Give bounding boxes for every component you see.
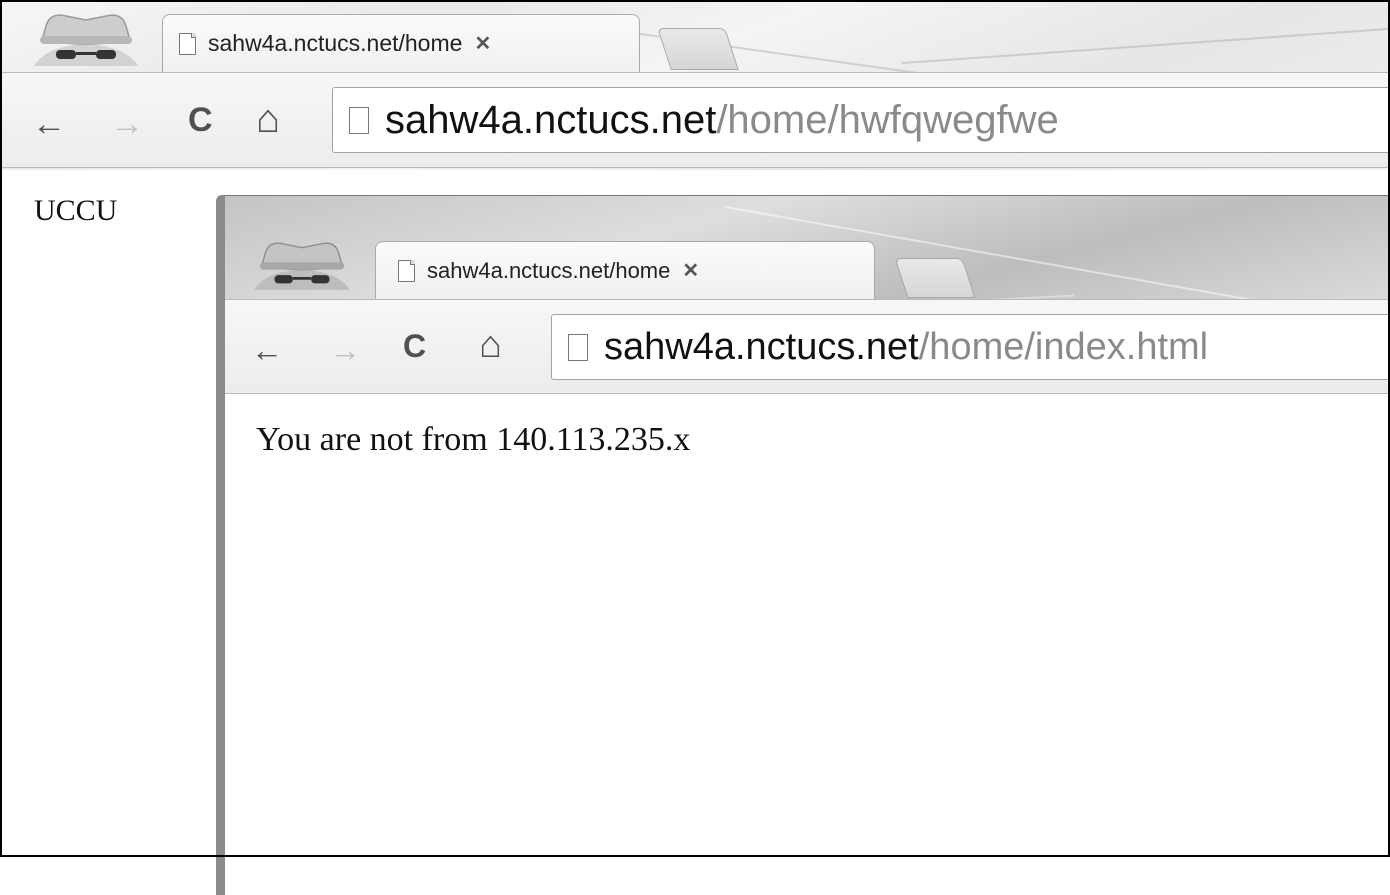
inner-browser-window: sahw4a.nctucs.net/home ✕ ← → C ⌂ sahw4a.…	[216, 195, 1390, 895]
new-tab-button[interactable]	[657, 28, 739, 70]
home-icon[interactable]: ⌂	[256, 99, 280, 139]
page-icon	[568, 333, 588, 361]
home-icon[interactable]: ⌂	[479, 326, 502, 364]
outer-tab-title: sahw4a.nctucs.net/home	[208, 30, 463, 56]
incognito-icon	[34, 14, 138, 66]
outer-url-path: /home/hwfqwegfwe	[716, 97, 1059, 142]
inner-tab[interactable]: sahw4a.nctucs.net/home ✕	[375, 241, 875, 299]
outer-browser-chrome: sahw4a.nctucs.net/home ✕ ← → C ⌂ sahw4a.…	[2, 2, 1388, 170]
outer-page-text: UCCU	[34, 194, 118, 227]
inner-toolbar: ← → C ⌂ sahw4a.nctucs.net/home/index.htm…	[225, 299, 1390, 394]
outer-toolbar: ← → C ⌂ sahw4a.nctucs.net/home/hwfqwegfw…	[2, 72, 1388, 168]
page-icon	[179, 32, 196, 55]
reload-icon[interactable]: C	[188, 103, 213, 137]
back-icon[interactable]: ←	[251, 334, 283, 366]
back-icon[interactable]: ←	[32, 107, 66, 141]
inner-browser-chrome: sahw4a.nctucs.net/home ✕ ← → C ⌂ sahw4a.…	[225, 196, 1390, 394]
inner-tab-title: sahw4a.nctucs.net/home	[427, 257, 671, 283]
new-tab-button[interactable]	[894, 258, 976, 298]
outer-address-bar[interactable]: sahw4a.nctucs.net/home/hwfqwegfwe	[332, 87, 1388, 153]
close-tab-icon[interactable]: ✕	[474, 31, 491, 56]
inner-address-bar[interactable]: sahw4a.nctucs.net/home/index.html	[551, 314, 1390, 380]
close-tab-icon[interactable]: ✕	[682, 258, 699, 283]
outer-url-host: sahw4a.nctucs.net	[385, 97, 717, 142]
page-icon	[398, 259, 415, 282]
forward-icon[interactable]: →	[329, 334, 361, 366]
inner-url-path: /home/index.html	[918, 325, 1209, 368]
outer-tab[interactable]: sahw4a.nctucs.net/home ✕	[162, 14, 640, 72]
reload-icon[interactable]: C	[403, 330, 426, 362]
forward-icon[interactable]: →	[110, 107, 144, 141]
incognito-icon	[254, 242, 350, 290]
page-icon	[349, 106, 369, 134]
inner-url-host: sahw4a.nctucs.net	[604, 325, 919, 368]
inner-page-text: You are not from 140.113.235.x	[256, 421, 691, 458]
